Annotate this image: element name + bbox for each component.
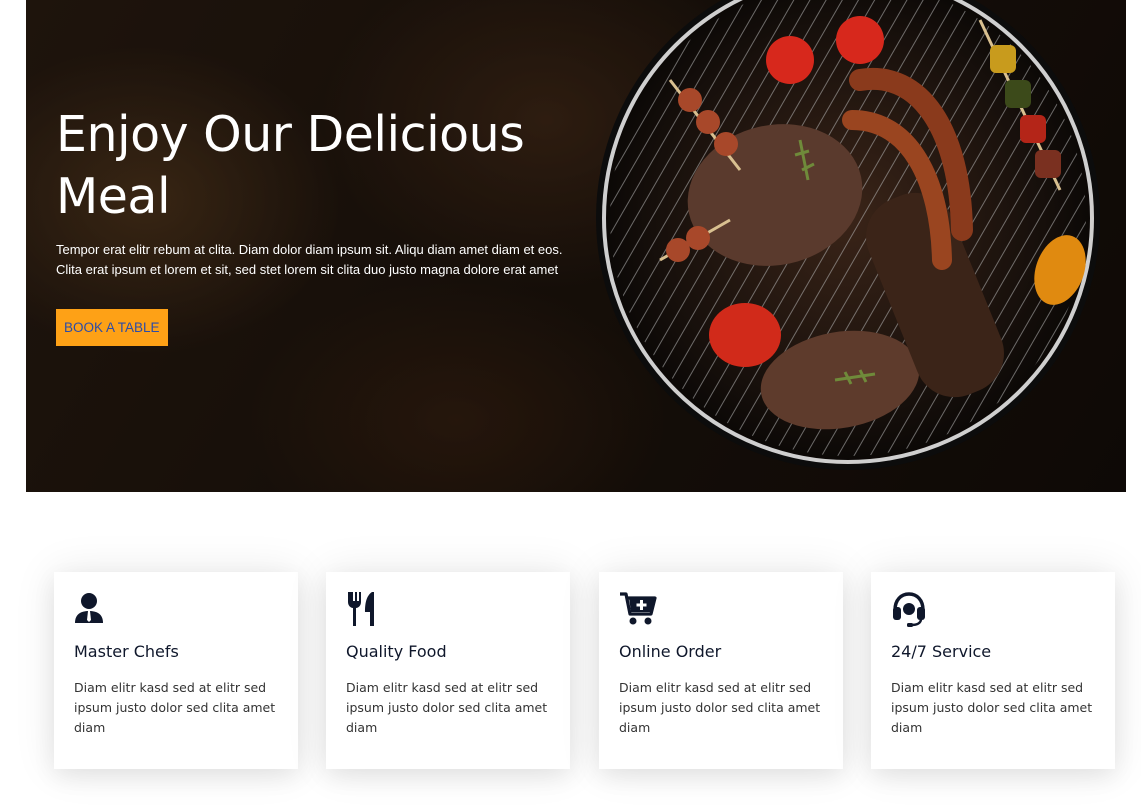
hero-description: Tempor erat elitr rebum at clita. Diam d… xyxy=(56,242,563,277)
service-title: Quality Food xyxy=(346,642,447,661)
service-card-master-chefs[interactable]: Master Chefs Diam elitr kasd sed at elit… xyxy=(54,572,298,769)
service-card-24-7-service[interactable]: 24/7 Service Diam elitr kasd sed at elit… xyxy=(871,572,1115,769)
service-card-quality-food[interactable]: Quality Food Diam elitr kasd sed at elit… xyxy=(326,572,570,769)
service-description: Diam elitr kasd sed at elitr sed ipsum j… xyxy=(346,680,548,735)
service-title: Master Chefs xyxy=(74,642,179,661)
service-description: Diam elitr kasd sed at elitr sed ipsum j… xyxy=(891,680,1093,735)
chef-icon xyxy=(75,593,103,623)
hero-section: Enjoy Our Delicious Meal Tempor erat eli… xyxy=(26,0,1126,492)
service-description: Diam elitr kasd sed at elitr sed ipsum j… xyxy=(74,680,276,735)
utensils-icon xyxy=(348,592,374,626)
grill-image xyxy=(596,0,1100,470)
book-a-table-button[interactable]: BOOK A TABLE xyxy=(56,309,168,346)
hero-content: Enjoy Our Delicious Meal Tempor erat eli… xyxy=(56,104,586,346)
headset-icon xyxy=(893,592,925,627)
cart-plus-icon xyxy=(620,592,657,625)
service-title: 24/7 Service xyxy=(891,642,992,661)
service-description: Diam elitr kasd sed at elitr sed ipsum j… xyxy=(619,680,821,735)
service-title: Online Order xyxy=(619,642,722,661)
hero-title: Enjoy Our Delicious Meal xyxy=(56,106,525,225)
service-card-online-order[interactable]: Online Order Diam elitr kasd sed at elit… xyxy=(599,572,843,769)
